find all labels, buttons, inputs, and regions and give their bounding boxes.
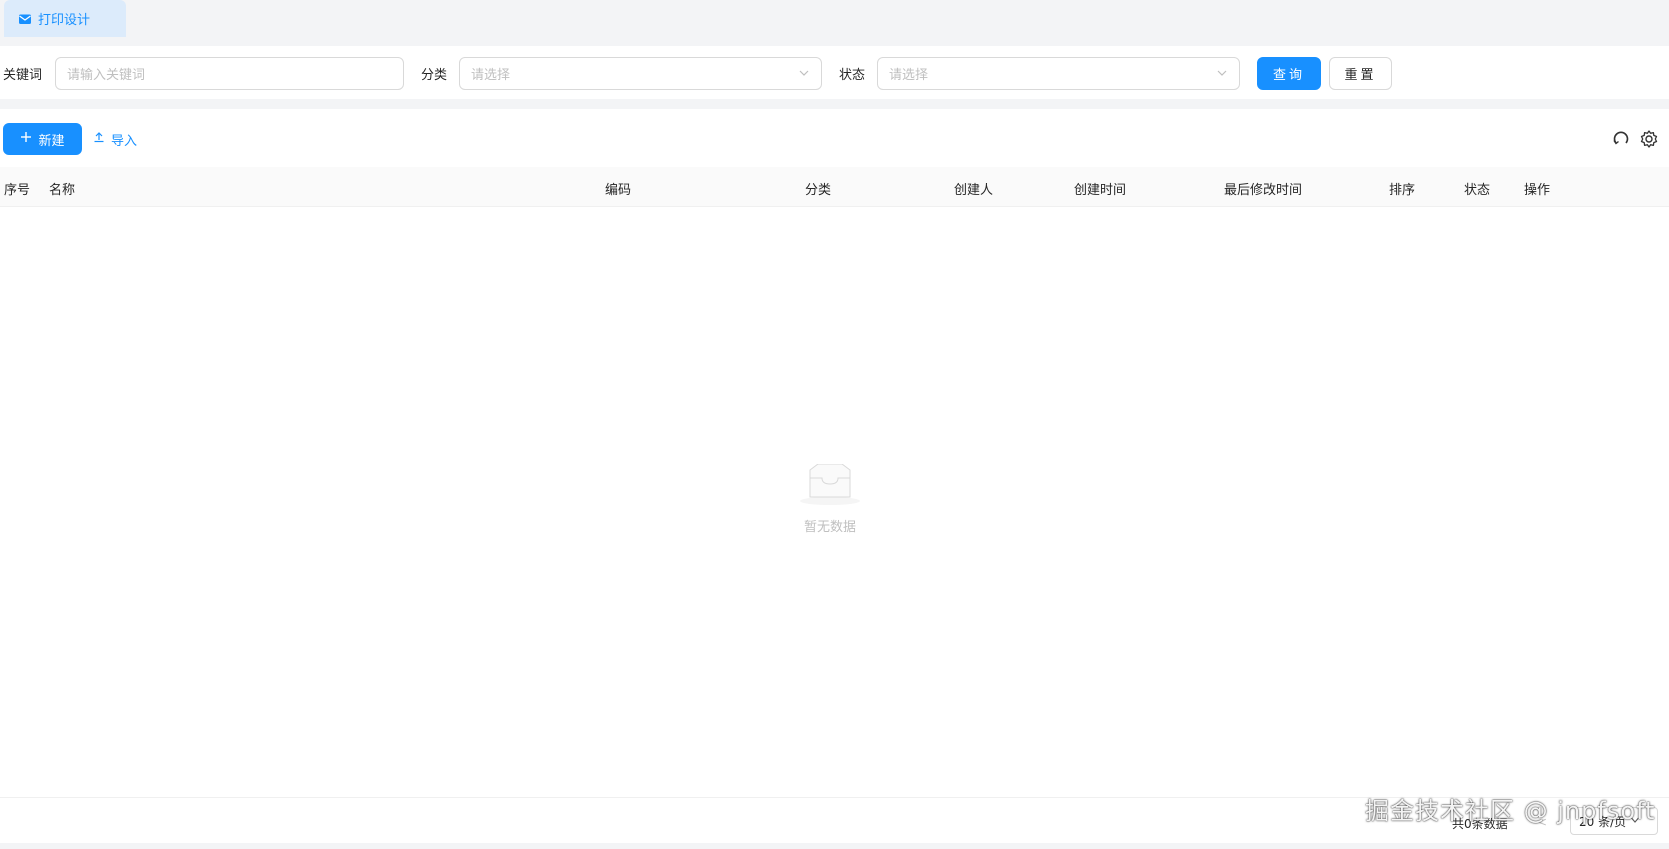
category-label: 分类: [421, 68, 448, 83]
column-header[interactable]: 最后修改时间: [1224, 179, 1302, 198]
empty-text: 暂无数据: [803, 520, 856, 535]
column-header[interactable]: 排序: [1389, 179, 1415, 198]
watermark: 掘金技术社区 @ jnpfsoft: [1365, 797, 1656, 825]
reset-button-label: 重置: [1344, 68, 1377, 83]
chevron-down-icon: [798, 67, 810, 79]
mail-icon: [18, 12, 32, 26]
keyword-label: 关键词: [3, 68, 43, 83]
column-header[interactable]: 编码: [605, 179, 631, 198]
column-header[interactable]: 分类: [805, 179, 831, 198]
gear-icon[interactable]: [1639, 129, 1659, 149]
column-header[interactable]: 创建人: [954, 179, 993, 198]
table-panel: 新建 导入 序号 名称 编码 分类 创建人 创建时间 最后修改时间 排序 状态 …: [0, 109, 1669, 843]
new-button-label: 新建: [38, 133, 65, 149]
search-panel: 关键词 请输入关键词 分类 请选择 状态 请选择 查询 重置: [0, 46, 1669, 99]
empty-inbox-icon: [798, 463, 862, 510]
table-header: 序号 名称 编码 分类 创建人 创建时间 最后修改时间 排序 状态 操作: [0, 167, 1669, 207]
import-button-label: 导入: [111, 133, 138, 149]
upload-icon: [93, 131, 105, 147]
tab-bar: 打印设计: [0, 0, 1669, 37]
column-header[interactable]: 名称: [49, 179, 75, 198]
column-header[interactable]: 序号: [4, 179, 30, 198]
column-header[interactable]: 状态: [1464, 179, 1490, 198]
status-select[interactable]: 请选择: [877, 57, 1240, 90]
status-placeholder: 请选择: [889, 68, 929, 83]
query-button[interactable]: 查询: [1257, 57, 1321, 90]
category-select[interactable]: 请选择: [459, 57, 822, 90]
empty-state: 暂无数据: [780, 463, 880, 535]
tab-print-design[interactable]: 打印设计: [4, 0, 126, 37]
plus-icon: [20, 131, 32, 147]
keyword-placeholder: 请输入关键词: [67, 68, 146, 83]
query-button-label: 查询: [1272, 68, 1305, 83]
column-header[interactable]: 创建时间: [1074, 179, 1126, 198]
new-button[interactable]: 新建: [3, 123, 82, 155]
category-placeholder: 请选择: [471, 68, 511, 83]
column-header[interactable]: 操作: [1524, 179, 1550, 198]
refresh-icon[interactable]: [1611, 129, 1631, 149]
import-button[interactable]: 导入: [93, 123, 137, 155]
keyword-input[interactable]: 请输入关键词: [55, 57, 404, 90]
chevron-down-icon: [1216, 67, 1228, 79]
tab-label: 打印设计: [38, 13, 91, 28]
reset-button[interactable]: 重置: [1329, 57, 1392, 90]
status-label: 状态: [839, 68, 866, 83]
